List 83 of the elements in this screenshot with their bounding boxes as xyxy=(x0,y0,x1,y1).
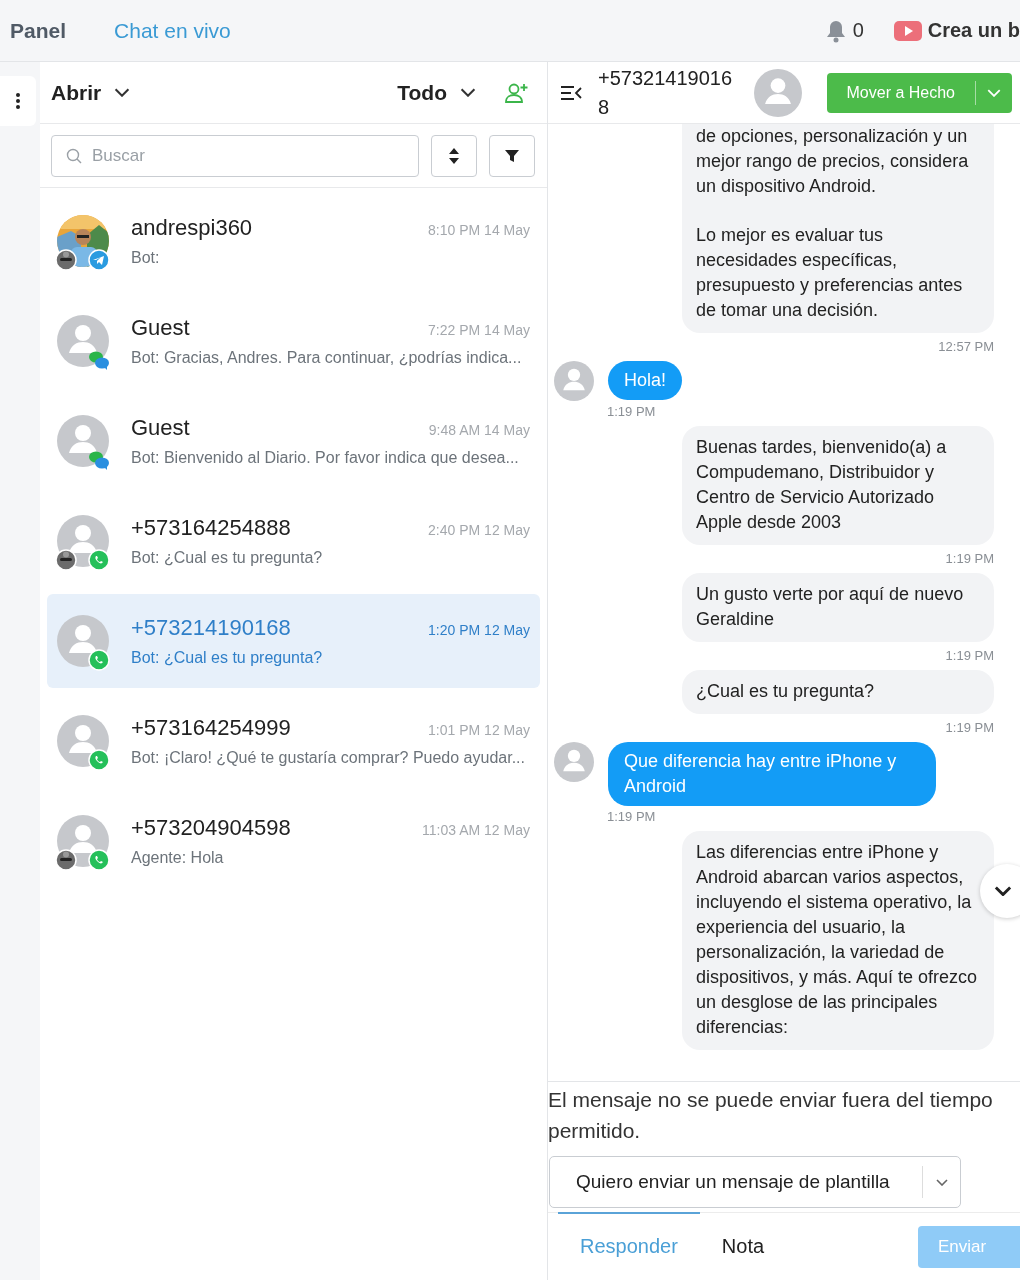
message-preview: Agente: Hola xyxy=(131,849,225,867)
conversation-item[interactable]: +573204904598 11:03 AM 12 May Agente: Hola xyxy=(47,794,540,888)
message-text: Las diferencias entre iPhone y Android abarcan varios aspectos, incluyendo el sistema operativo, la experiencia del usuario, la personalización, la variedad de dispositivos, y más. Aquí te ofrezco un desglose de las principales diferencias: xyxy=(696,841,979,1039)
filter-icon xyxy=(504,148,520,163)
filter-button[interactable] xyxy=(489,134,535,177)
message-preview: Bot: ¡Claro! ¿Qué te gustaría comprar? Puedo ayudar... xyxy=(131,749,526,767)
promo-link[interactable]: Crea un b xyxy=(927,19,1020,42)
avatar-icon xyxy=(554,361,594,401)
message-time: 1:19 PM xyxy=(607,809,656,824)
message-time: 1:19 PM xyxy=(945,648,994,663)
conversation-item[interactable]: +573214190168 1:20 PM 12 May Bot: ¿Cual es tu pregunta? xyxy=(47,594,540,688)
contact-name: +573204904598 xyxy=(131,815,291,841)
message-time: 1:19 PM xyxy=(945,551,994,566)
avatar-icon xyxy=(554,742,594,782)
agent-avatar-icon xyxy=(55,549,77,571)
message-bubble: Hola! xyxy=(608,361,683,400)
conversation-item[interactable]: +573164254888 2:40 PM 12 May Bot: ¿Cual es tu pregunta? xyxy=(47,494,540,588)
message-bubble: Que diferencia hay entre iPhone y Android xyxy=(608,742,936,806)
status-dropdown[interactable]: Abrir xyxy=(51,80,132,105)
scope-dropdown[interactable]: Todo xyxy=(397,80,477,105)
message-preview: Bot: ¿Cual es tu pregunta? xyxy=(131,649,324,667)
contact-name: +573214190168 xyxy=(131,615,291,641)
composer-tab[interactable]: Nota xyxy=(699,1212,787,1279)
timestamp: 7:22 PM 14 May xyxy=(428,322,530,338)
whatsapp-icon xyxy=(88,649,110,671)
chevron-down-icon xyxy=(994,886,1012,896)
message-text: ¿Cual es tu pregunta? xyxy=(696,680,876,703)
timestamp: 11:03 AM 12 May xyxy=(422,822,530,838)
timestamp: 1:01 PM 12 May xyxy=(428,722,530,738)
contact-name: Guest xyxy=(131,315,190,341)
template-dropdown[interactable]: Quiero enviar un mensaje de plantilla xyxy=(549,1156,961,1208)
chat-bubbles-icon xyxy=(88,349,110,371)
timestamp: 2:40 PM 12 May xyxy=(428,522,530,538)
message-text: Buenas tardes, bienvenido(a) a Compudemano, Distribuidor y Centro de Servicio Autorizado Apple desde 2003 xyxy=(696,436,948,534)
avatar-icon xyxy=(57,415,109,467)
kebab-icon xyxy=(16,93,20,109)
message-time: 1:19 PM xyxy=(607,404,656,419)
video-play-icon[interactable] xyxy=(893,20,922,41)
sort-icon xyxy=(448,146,460,165)
contact-name: +573164254999 xyxy=(131,715,291,741)
sort-button[interactable] xyxy=(431,134,477,177)
contact-name: Guest xyxy=(131,415,190,441)
chevron-down-icon xyxy=(934,1178,949,1186)
conversation-item[interactable]: andrespi360 8:10 PM 14 May Bot: xyxy=(47,194,540,288)
agent-avatar-icon xyxy=(55,249,77,271)
message-preview: Bot: ¿Cual es tu pregunta? xyxy=(131,549,324,567)
agent-avatar-icon xyxy=(55,849,77,871)
chevron-down-icon xyxy=(987,88,1001,97)
conversation-item[interactable]: Guest 9:48 AM 14 May Bot: Bienvenido al Diario. Por favor indica que desea... xyxy=(47,394,540,488)
contact-name: +573164254888 xyxy=(131,515,291,541)
menu-icon[interactable] xyxy=(560,84,582,101)
notification-count: 0 xyxy=(852,19,864,42)
message-time: 1:19 PM xyxy=(945,720,994,735)
whatsapp-icon xyxy=(88,749,110,771)
warning-text: El mensaje no se puede enviar fuera del tiempo permitido. xyxy=(548,1087,994,1144)
message-preview: Bot: Bienvenido al Diario. Por favor indica que desea... xyxy=(131,449,520,467)
timestamp: 8:10 PM 14 May xyxy=(428,222,530,238)
avatar-icon xyxy=(754,68,802,117)
message-preview: Bot: Gracias, Andres. Para continuar, ¿podrías indica... xyxy=(131,349,523,367)
avatar-icon xyxy=(57,315,109,367)
contact-phone: +573214190168 xyxy=(598,65,734,120)
more-menu-button[interactable] xyxy=(0,76,36,126)
search-icon xyxy=(66,147,82,164)
message-text: Un gusto verte por aquí de nuevo Geraldine xyxy=(696,583,965,631)
whatsapp-icon xyxy=(88,549,110,571)
telegram-icon xyxy=(88,249,110,271)
bell-icon[interactable] xyxy=(824,18,847,43)
message-text: Lo mejor es evaluar tus necesidades específicas, presupuesto y preferencias antes de tomar una decisión. xyxy=(696,224,964,322)
search-field[interactable]: Buscar xyxy=(51,134,419,177)
chevron-down-icon xyxy=(113,88,132,97)
message-text: de opciones, personalización y un mejor rango de precios, considera un dispositivo Android. xyxy=(696,125,970,198)
nav-link[interactable]: Panel xyxy=(10,18,67,43)
contact-name: andrespi360 xyxy=(131,215,253,241)
chevron-down-icon xyxy=(459,88,477,97)
conversation-item[interactable]: +573164254999 1:01 PM 12 May Bot: ¡Claro! ¿Qué te gustaría comprar? Puedo ayudar... xyxy=(47,694,540,788)
chat-bubbles-icon xyxy=(88,449,110,471)
add-user-icon[interactable] xyxy=(505,81,529,104)
message-time: 12:57 PM xyxy=(938,339,994,354)
whatsapp-icon xyxy=(88,849,110,871)
message-preview: Bot: xyxy=(131,249,161,267)
timestamp: 9:48 AM 14 May xyxy=(428,422,530,438)
timestamp: 1:20 PM 12 May xyxy=(428,622,530,638)
conversation-item[interactable]: Guest 7:22 PM 14 May Bot: Gracias, Andres. Para continuar, ¿podrías indica... xyxy=(47,294,540,388)
